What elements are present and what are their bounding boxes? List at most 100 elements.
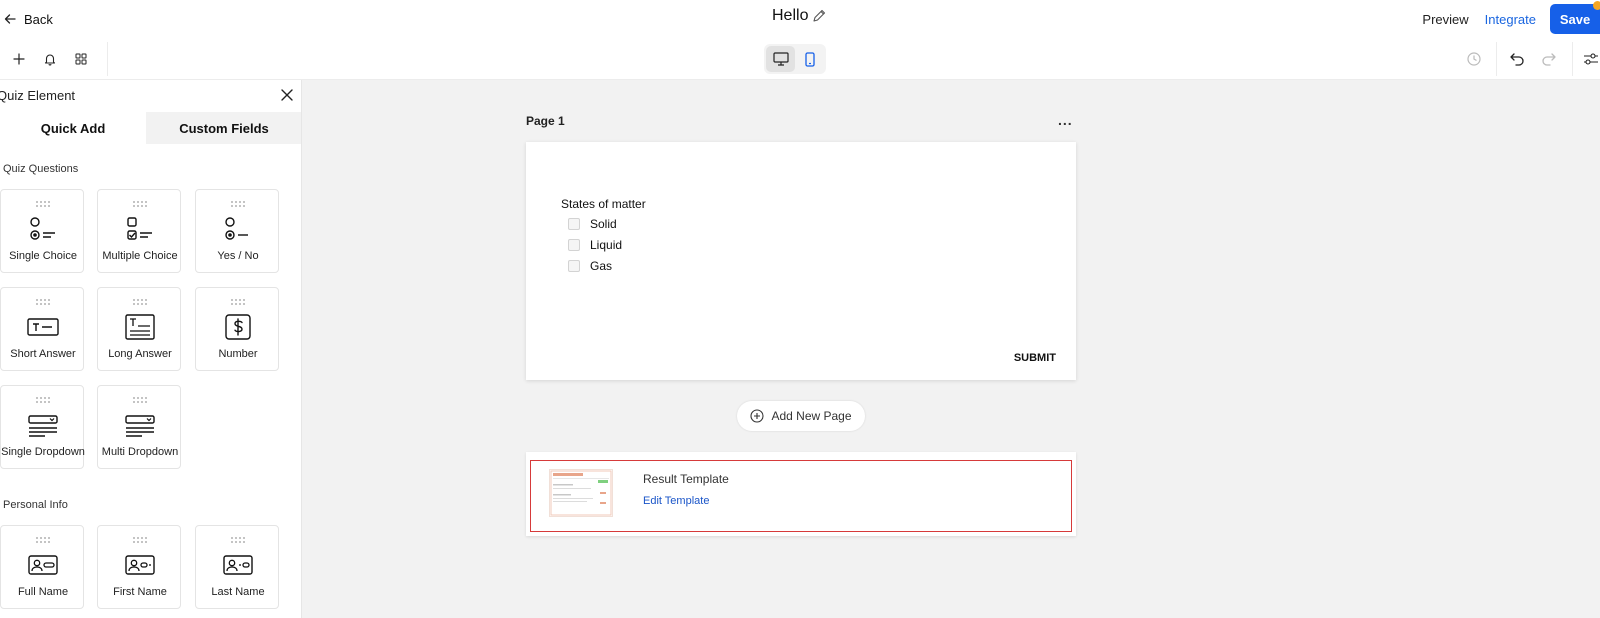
- element-label: Long Answer: [108, 348, 172, 360]
- toolbar-divider: [1572, 42, 1573, 76]
- option-label: Gas: [590, 259, 613, 273]
- element-label: Number: [218, 348, 258, 360]
- tab-custom-fields[interactable]: Custom Fields: [146, 112, 301, 144]
- element-label: Single Dropdown: [1, 446, 85, 458]
- element-label: Multiple Choice: [102, 250, 178, 262]
- panel-tabs: Quick Add Custom Fields: [0, 112, 301, 144]
- panel-title: Quiz Element: [0, 88, 76, 103]
- device-toggle: [764, 44, 826, 74]
- drag-handle-icon: [35, 298, 51, 306]
- element-first-name[interactable]: First Name: [97, 525, 181, 609]
- element-number[interactable]: Number: [195, 287, 279, 371]
- save-label: Save: [1559, 11, 1591, 27]
- element-single-choice[interactable]: Single Choice: [0, 189, 84, 273]
- desktop-view-button[interactable]: [766, 46, 795, 72]
- save-button[interactable]: Save: [1550, 1, 1600, 34]
- drag-handle-icon: [35, 200, 51, 208]
- drag-handle-icon: [35, 536, 51, 544]
- question-title: States of matter: [561, 197, 646, 211]
- result-template-card: Result Template Edit Template: [526, 452, 1076, 536]
- element-short-answer[interactable]: Short Answer: [0, 287, 84, 371]
- element-full-name[interactable]: Full Name: [0, 525, 84, 609]
- element-label: Single Choice: [9, 250, 77, 262]
- drag-handle-icon: [132, 396, 148, 404]
- drag-handle-icon: [132, 536, 148, 544]
- drag-handle-icon: [230, 536, 246, 544]
- multi-dropdown-icon: [98, 410, 182, 440]
- option-solid[interactable]: Solid: [568, 216, 617, 232]
- checkbox[interactable]: [568, 260, 580, 272]
- element-last-name[interactable]: Last Name: [195, 525, 279, 609]
- toolbar-divider: [1496, 42, 1497, 76]
- drag-handle-icon: [230, 200, 246, 208]
- bell-icon[interactable]: [40, 49, 60, 69]
- header-actions: Preview Integrate Save: [1422, 0, 1600, 38]
- back-label: Back: [24, 11, 53, 27]
- option-liquid[interactable]: Liquid: [568, 237, 622, 253]
- pencil-icon[interactable]: [812, 9, 826, 23]
- drag-handle-icon: [132, 298, 148, 306]
- plus-circle-icon: [750, 409, 765, 423]
- settings-sliders-icon[interactable]: [1581, 49, 1600, 69]
- tab-quick-add[interactable]: Quick Add: [0, 112, 146, 144]
- single-choice-icon: [1, 214, 85, 244]
- integrate-button[interactable]: Integrate: [1485, 12, 1536, 27]
- element-multi-dropdown[interactable]: Multi Dropdown: [97, 385, 181, 469]
- element-long-answer[interactable]: Long Answer: [97, 287, 181, 371]
- page-label: Page 1: [526, 114, 565, 128]
- last-name-icon: [196, 550, 280, 580]
- back-button[interactable]: Back: [4, 8, 53, 30]
- drag-handle-icon: [35, 396, 51, 404]
- undo-icon[interactable]: [1507, 49, 1527, 69]
- yes-no-icon: [196, 214, 280, 244]
- section-label-quiz-questions: Quiz Questions: [3, 163, 79, 175]
- quiz-element-panel: Quiz Element Quick Add Custom Fields Qui…: [0, 80, 302, 618]
- element-label: Last Name: [211, 586, 265, 598]
- element-label: Multi Dropdown: [101, 446, 179, 458]
- single-dropdown-icon: [1, 410, 85, 440]
- page-title: Hello: [772, 7, 809, 24]
- full-name-icon: [1, 550, 85, 580]
- panel-header: Quiz Element: [0, 80, 301, 112]
- preview-button[interactable]: Preview: [1422, 12, 1468, 27]
- arrow-left-icon: [4, 13, 16, 25]
- short-answer-icon: [1, 312, 85, 342]
- add-new-page-button[interactable]: Add New Page: [737, 401, 865, 431]
- desktop-icon: [772, 52, 789, 66]
- option-gas[interactable]: Gas: [568, 258, 612, 274]
- result-template-title: Result Template: [643, 472, 729, 486]
- element-label: First Name: [113, 586, 167, 598]
- plus-icon[interactable]: [9, 49, 29, 69]
- option-label: Liquid: [590, 238, 623, 252]
- edit-template-link[interactable]: Edit Template: [643, 495, 709, 507]
- checkbox[interactable]: [568, 239, 580, 251]
- page-menu-button[interactable]: ...: [1058, 113, 1073, 127]
- element-multiple-choice[interactable]: Multiple Choice: [97, 189, 181, 273]
- close-icon[interactable]: [278, 86, 296, 104]
- editor-toolbar: [0, 38, 1600, 80]
- history-icon[interactable]: [1464, 49, 1484, 69]
- number-icon: [196, 312, 280, 342]
- element-label: Full Name: [17, 586, 69, 598]
- mobile-icon: [804, 51, 815, 67]
- result-template-selected[interactable]: Result Template Edit Template: [530, 460, 1072, 532]
- top-bar: Back Hello Preview Integrate Save: [0, 0, 1600, 38]
- form-page-card[interactable]: States of matter Solid Liquid Gas SUBMIT: [526, 142, 1076, 380]
- redo-icon[interactable]: [1538, 49, 1558, 69]
- section-label-personal-info: Personal Info: [3, 499, 68, 511]
- option-label: Solid: [590, 217, 617, 231]
- long-answer-icon: [98, 312, 182, 342]
- checkbox[interactable]: [568, 218, 580, 230]
- multiple-choice-icon: [98, 214, 182, 244]
- submit-button[interactable]: SUBMIT: [1014, 352, 1056, 364]
- element-label: Yes / No: [217, 250, 259, 262]
- mobile-view-button[interactable]: [795, 46, 824, 72]
- element-single-dropdown[interactable]: Single Dropdown: [0, 385, 85, 469]
- grid-icon[interactable]: [71, 49, 91, 69]
- first-name-icon: [98, 550, 182, 580]
- drag-handle-icon: [132, 200, 148, 208]
- title-area: Hello: [772, 7, 826, 25]
- add-page-label: Add New Page: [771, 409, 852, 423]
- element-yes-no[interactable]: Yes / No: [195, 189, 279, 273]
- drag-handle-icon: [230, 298, 246, 306]
